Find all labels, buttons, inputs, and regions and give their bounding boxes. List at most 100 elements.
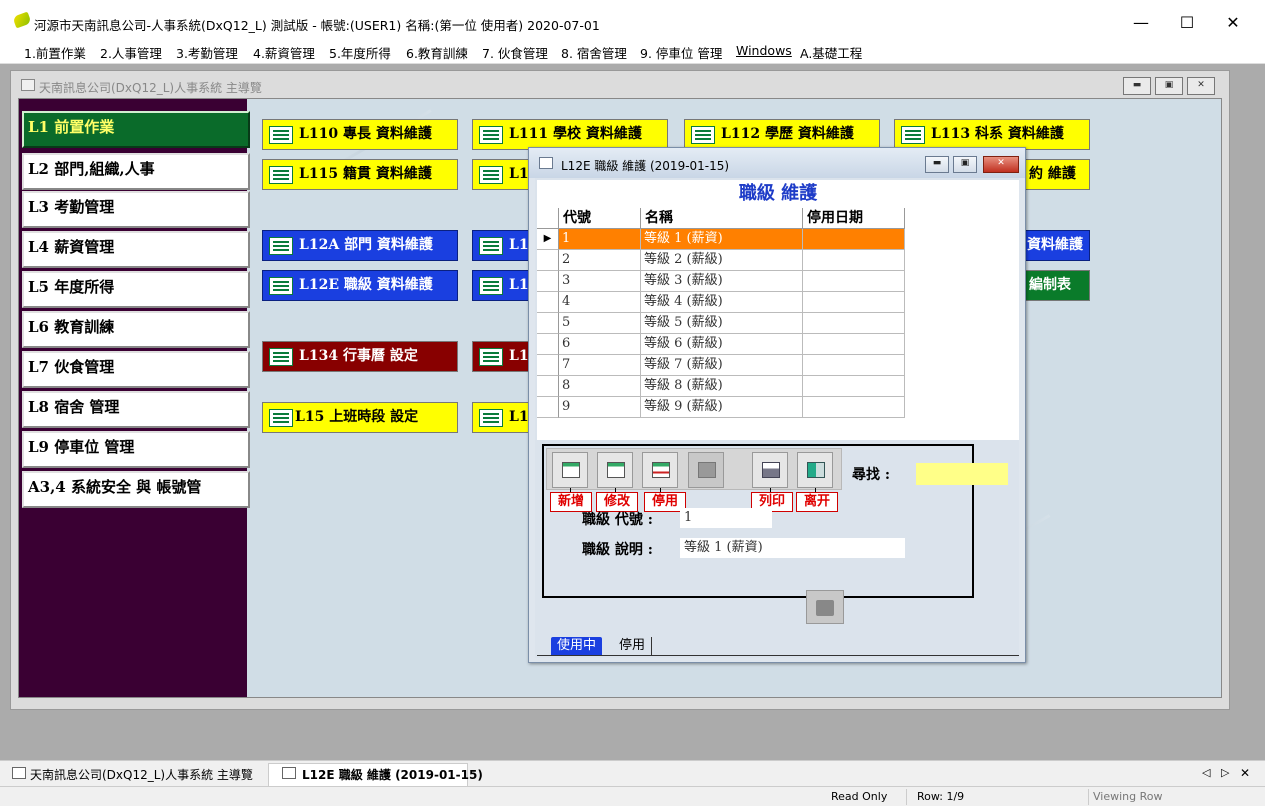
sidebar-item-l4[interactable]: L4 薪資管理 <box>22 231 250 268</box>
sidebar-item-l8[interactable]: L8 宿舍 管理 <box>22 391 250 428</box>
mdi-minimize-button[interactable]: ▬ <box>1123 77 1151 95</box>
cell-name[interactable]: 等級 7 (薪級) <box>641 355 803 376</box>
dialog-maximize-button[interactable]: ▣ <box>953 156 977 173</box>
menu-item-setup[interactable]: 1.前置作業 <box>24 43 86 62</box>
cell-code[interactable]: 7 <box>559 355 641 376</box>
cell-name[interactable]: 等級 1 (薪資) <box>641 229 803 250</box>
cell-stop-date[interactable] <box>803 355 905 376</box>
table-row[interactable]: 7 等級 7 (薪級) <box>537 355 905 376</box>
table-row[interactable]: 3 等級 3 (薪級) <box>537 271 905 292</box>
module-l1b1-button[interactable]: L1 <box>472 230 532 261</box>
add-button[interactable] <box>552 452 588 488</box>
cell-code[interactable]: 6 <box>559 334 641 355</box>
cell-stop-date[interactable] <box>803 397 905 418</box>
taskbar-prev-icon[interactable]: ◁ <box>1202 766 1210 779</box>
sidebar-item-l3[interactable]: L3 考勤管理 <box>22 191 250 228</box>
exit-button[interactable] <box>797 452 833 488</box>
maximize-button[interactable]: ☐ <box>1164 8 1210 38</box>
cell-code[interactable]: 9 <box>559 397 641 418</box>
menu-item-attendance[interactable]: 3.考勤管理 <box>176 43 238 62</box>
module-l11x-button[interactable]: L1 <box>472 159 532 190</box>
menu-item-meals[interactable]: 7. 伙食管理 <box>482 43 548 62</box>
delete-button[interactable] <box>688 452 724 488</box>
module-schedule-button[interactable]: 編制表 <box>1024 270 1090 301</box>
module-l110-button[interactable]: L110 專長 資料維護 <box>262 119 458 150</box>
menu-item-base[interactable]: A.基礎工程 <box>800 43 862 62</box>
taskbar-next-icon[interactable]: ▷ <box>1221 766 1229 779</box>
tab-disabled[interactable]: 停用 <box>613 637 653 655</box>
menu-item-salary[interactable]: 4.薪資管理 <box>253 43 315 62</box>
cell-code[interactable]: 8 <box>559 376 641 397</box>
sidebar-item-l2[interactable]: L2 部門,組織,人事 <box>22 153 250 190</box>
sidebar-item-a34[interactable]: A3,4 系統安全 與 帳號管 <box>22 471 250 508</box>
print-button[interactable] <box>752 452 788 488</box>
table-row[interactable]: 6 等級 6 (薪級) <box>537 334 905 355</box>
rank-grid[interactable]: 代號 名稱 停用日期 ▶ 1 等級 1 (薪資) 2 等級 2 (薪級) 3 等… <box>537 208 1019 440</box>
column-header-code[interactable]: 代號 <box>559 208 641 229</box>
cell-stop-date[interactable] <box>803 250 905 271</box>
menu-item-parking[interactable]: 9. 停車位 管理 <box>640 43 722 62</box>
rank-desc-field[interactable]: 等級 1 (薪資) <box>680 538 905 558</box>
menu-item-windows[interactable]: Windows <box>736 43 792 58</box>
cell-stop-date[interactable] <box>803 334 905 355</box>
cell-code[interactable]: 3 <box>559 271 641 292</box>
module-l1r-button[interactable]: L1 <box>472 341 532 372</box>
table-row[interactable]: 5 等級 5 (薪級) <box>537 313 905 334</box>
taskbar-tab-main[interactable]: 天南訊息公司(DxQ12_L)人事系統 主導覽 <box>30 766 253 783</box>
menu-item-hr[interactable]: 2.人事管理 <box>100 43 162 62</box>
mdi-restore-button[interactable]: ▣ <box>1155 77 1183 95</box>
search-input[interactable] <box>916 463 1008 485</box>
mdi-close-button[interactable]: ✕ <box>1187 77 1215 95</box>
menu-item-dorm[interactable]: 8. 宿舍管理 <box>561 43 627 62</box>
sidebar-item-l7[interactable]: L7 伙食管理 <box>22 351 250 388</box>
cell-code[interactable]: 2 <box>559 250 641 271</box>
cell-code[interactable]: 1 <box>559 229 641 250</box>
cell-name[interactable]: 等級 4 (薪級) <box>641 292 803 313</box>
extra-tool-button[interactable] <box>806 590 844 624</box>
dialog-minimize-button[interactable]: ▬ <box>925 156 949 173</box>
column-header-stop-date[interactable]: 停用日期 <box>803 208 905 229</box>
sidebar-item-l1[interactable]: L1 前置作業 <box>22 111 250 148</box>
module-l15-button[interactable]: L15 上班時段 設定 <box>262 402 458 433</box>
menu-item-training[interactable]: 6.教育訓練 <box>406 43 468 62</box>
dialog-close-button[interactable]: ✕ <box>983 156 1019 173</box>
sidebar-item-l9[interactable]: L9 停車位 管理 <box>22 431 250 468</box>
sidebar-item-l6[interactable]: L6 教育訓練 <box>22 311 250 348</box>
module-l111-button[interactable]: L111 學校 資料維護 <box>472 119 668 150</box>
tab-active[interactable]: 使用中 <box>551 637 603 655</box>
cell-stop-date[interactable] <box>803 271 905 292</box>
module-l12a-button[interactable]: L12A 部門 資料維護 <box>262 230 458 261</box>
cell-name[interactable]: 等級 6 (薪級) <box>641 334 803 355</box>
cell-name[interactable]: 等級 3 (薪級) <box>641 271 803 292</box>
column-header-name[interactable]: 名稱 <box>641 208 803 229</box>
cell-name[interactable]: 等級 9 (薪級) <box>641 397 803 418</box>
cell-stop-date[interactable] <box>803 292 905 313</box>
module-contract-button[interactable]: 約 維護 <box>1024 159 1090 190</box>
close-button[interactable]: ✕ <box>1210 8 1256 38</box>
cell-code[interactable]: 5 <box>559 313 641 334</box>
table-row[interactable]: 2 等級 2 (薪級) <box>537 250 905 271</box>
table-row[interactable]: 4 等級 4 (薪級) <box>537 292 905 313</box>
cell-stop-date[interactable] <box>803 313 905 334</box>
menu-item-annual-income[interactable]: 5.年度所得 <box>329 43 391 62</box>
cell-code[interactable]: 4 <box>559 292 641 313</box>
module-l12e-button[interactable]: L12E 職級 資料維護 <box>262 270 458 301</box>
cell-name[interactable]: 等級 5 (薪級) <box>641 313 803 334</box>
module-l1y-button[interactable]: L1( <box>472 402 532 433</box>
taskbar-close-icon[interactable]: ✕ <box>1240 766 1250 780</box>
module-l112-button[interactable]: L112 學歷 資料維護 <box>684 119 880 150</box>
table-row[interactable]: ▶ 1 等級 1 (薪資) <box>537 229 905 250</box>
taskbar-tab-dialog[interactable]: L12E 職級 維護 (2019-01-15) <box>302 766 483 783</box>
cell-stop-date[interactable] <box>803 229 905 250</box>
rank-code-field[interactable]: 1 <box>680 508 772 528</box>
module-l134-button[interactable]: L134 行事曆 設定 <box>262 341 458 372</box>
cell-stop-date[interactable] <box>803 376 905 397</box>
disable-button[interactable] <box>642 452 678 488</box>
module-l115-button[interactable]: L115 籍貫 資料維護 <box>262 159 458 190</box>
module-l1b2-button[interactable]: L1 <box>472 270 532 301</box>
minimize-button[interactable]: — <box>1118 8 1164 38</box>
sidebar-item-l5[interactable]: L5 年度所得 <box>22 271 250 308</box>
edit-button[interactable] <box>597 452 633 488</box>
module-data-button[interactable]: 資料維護 <box>1024 230 1090 261</box>
table-row[interactable]: 8 等級 8 (薪級) <box>537 376 905 397</box>
